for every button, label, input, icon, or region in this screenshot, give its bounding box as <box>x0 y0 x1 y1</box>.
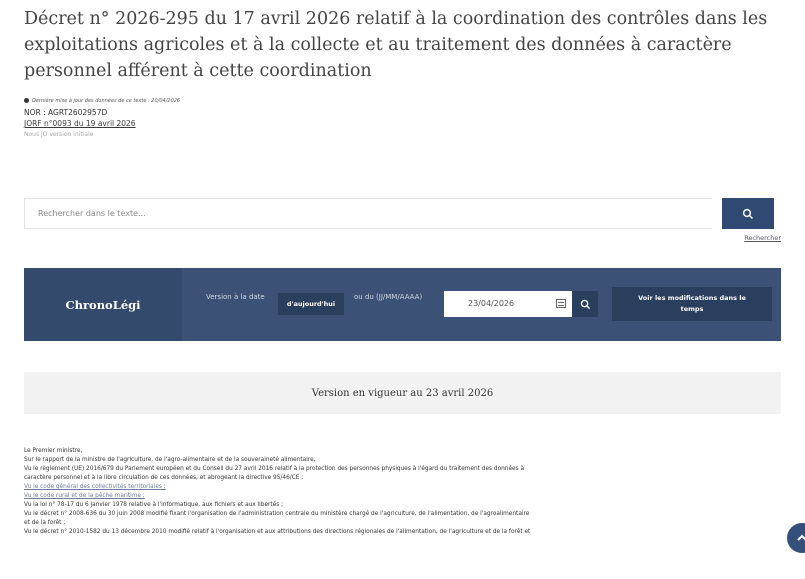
page-title: Décret n° 2026-295 du 17 avril 2026 rela… <box>24 9 768 81</box>
body-line: Vu le décret n° 2008-636 du 30 juin 2008… <box>24 511 530 517</box>
chronolegi-title: ChronoLégi <box>24 268 182 341</box>
jorf-link[interactable]: JORF n°0093 du 19 avril 2026 <box>24 118 180 129</box>
body-line: Vu le règlement (UE) 2016/679 du Parleme… <box>24 466 525 472</box>
search-icon <box>580 299 590 309</box>
chevron-up-icon <box>797 534 805 541</box>
decree-body: Le Premier ministre, Sur le rapport de l… <box>24 447 784 537</box>
date-input[interactable]: 23/04/2026 <box>444 291 572 317</box>
eli-link[interactable]: Nous JO version initiale <box>24 129 180 140</box>
version-banner: Version en vigueur au 23 avril 2026 <box>24 372 781 414</box>
code-link[interactable]: Vu le code général des collectivités ter… <box>24 483 784 492</box>
search-icon <box>742 208 754 219</box>
text-metadata: Dernière mise à jour des données de ce t… <box>24 96 180 140</box>
chronolegi-bar: ChronoLégi Version à la date d'aujourd'h… <box>24 268 781 341</box>
body-line: et de la forêt ; <box>24 520 66 526</box>
last-update-row: Dernière mise à jour des données de ce t… <box>24 96 180 107</box>
body-line: Le Premier ministre, <box>24 448 83 454</box>
view-modifications-button[interactable]: Voir les modifications dans le temps <box>612 287 772 321</box>
body-line: Sur le rapport de la ministre de l'agric… <box>24 457 316 463</box>
version-label: Version à la date <box>206 293 265 301</box>
info-icon <box>24 98 29 103</box>
nor-number: NOR : AGRT2602957D <box>24 108 108 117</box>
search-button[interactable] <box>722 198 774 229</box>
body-line: caractère personnel et à la libre circul… <box>24 475 304 481</box>
calendar-icon[interactable] <box>556 299 566 308</box>
body-line: Vu la loi n° 78-17 du 6 janvier 1978 rel… <box>24 502 284 508</box>
date-search-button[interactable] <box>572 291 598 317</box>
today-button[interactable]: d'aujourd'hui <box>278 293 344 315</box>
advanced-search-link[interactable]: Rechercher <box>744 234 781 242</box>
scroll-to-top-button[interactable] <box>787 523 805 553</box>
search-input[interactable]: Rechercher dans le texte... <box>24 198 712 229</box>
date-value: 23/04/2026 <box>468 299 515 308</box>
body-line: Vu le décret n° 2010-1582 du 13 décembre… <box>24 529 531 535</box>
date-format-label: ou du (JJ/MM/AAAA) <box>354 293 423 301</box>
text-search: Rechercher dans le texte... <box>24 198 781 229</box>
last-update: Dernière mise à jour des données de ce t… <box>32 98 181 104</box>
code-link[interactable]: Vu le code rural et de la pêche maritime… <box>24 492 784 501</box>
